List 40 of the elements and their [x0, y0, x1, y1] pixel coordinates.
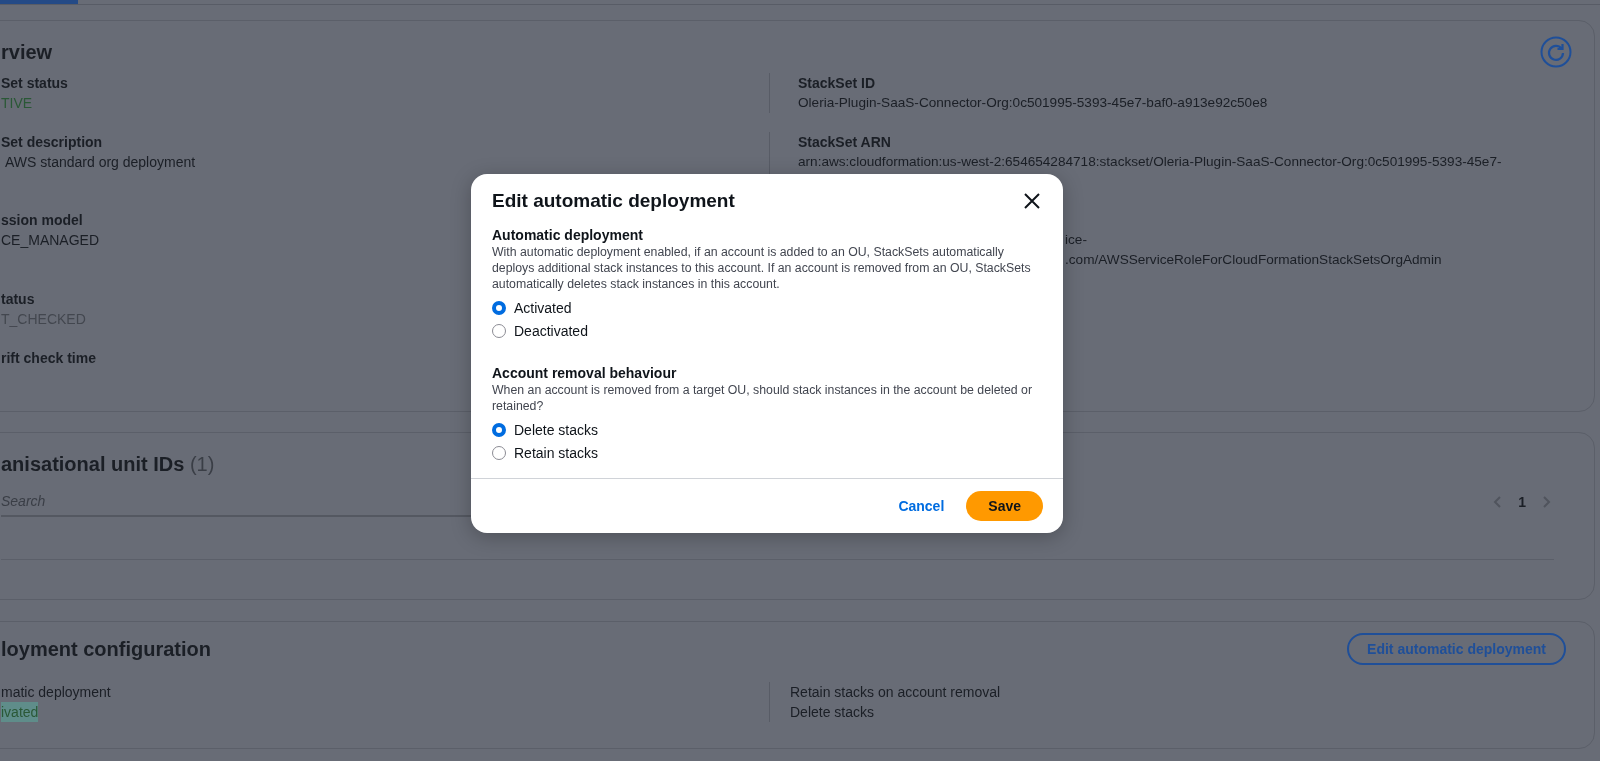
chevron-right-icon	[1540, 495, 1552, 509]
field-value: AWS standard org deployment	[5, 153, 196, 172]
save-button[interactable]: Save	[966, 491, 1043, 521]
radio-label: Deactivated	[514, 322, 588, 339]
field-label: StackSet ARN	[798, 133, 891, 152]
section-description: When an account is removed from a target OU, should stack instances in the account be deleted or retained?	[492, 382, 1033, 414]
radio-label: Delete stacks	[514, 421, 599, 438]
refresh-icon[interactable]	[1540, 36, 1572, 68]
page-number[interactable]: 1	[1518, 494, 1526, 510]
radio-label: Activated	[514, 299, 572, 316]
card-title: rview	[1, 40, 53, 64]
field-value: Delete stacks	[790, 703, 875, 722]
card-title: loyment configuration	[1, 637, 211, 661]
radio-button[interactable]	[492, 422, 506, 437]
section-heading: Account removal behaviour	[492, 364, 678, 382]
field-label: Set description	[1, 133, 103, 152]
field-value: ice-	[1065, 231, 1087, 249]
section-description: With automatic deployment enabled, if an account is added to an OU, StackSets automatically deploys additional stack instances to this account. If an account is removed from an OU, StackSets automatically deletes stack instances in this account.	[492, 244, 1032, 292]
close-button[interactable]	[1023, 192, 1041, 210]
dialog-title: Edit automatic deployment	[492, 190, 735, 212]
section-heading: Automatic deployment	[492, 226, 644, 244]
field-label: ssion model	[1, 211, 83, 230]
cancel-button[interactable]: Cancel	[898, 494, 945, 518]
close-icon	[1023, 192, 1041, 210]
radio-button[interactable]	[492, 300, 506, 315]
field-value: arn:aws:cloudformation:us-west-2:654654284718:stackset/Oleria-Plugin-SaaS-Connector-Org:0c501995-5393-45e7-	[798, 153, 1502, 171]
field-label: Set status	[1, 74, 68, 93]
radio-label: Retain stacks	[514, 444, 599, 461]
field-value: .com/AWSServiceRoleForCloudFormationStackSetsOrgAdmin	[1065, 250, 1442, 269]
radio-button[interactable]	[492, 323, 506, 338]
radio-button[interactable]	[492, 445, 506, 460]
field-label: Retain stacks on account removal	[790, 683, 1001, 702]
field-label: matic deployment	[1, 683, 111, 702]
field-label: rift check time	[1, 349, 96, 368]
field-value: TIVE	[1, 94, 33, 113]
field-label: tatus	[1, 290, 35, 309]
field-value: ivated	[1, 702, 39, 722]
field-value: Oleria-Plugin-SaaS-Connector-Org:0c501995-5393-45e7-baf0-a913e92c50e8	[798, 94, 1268, 112]
field-label: StackSet ID	[798, 74, 876, 93]
field-value: CE_MANAGED	[1, 231, 100, 250]
